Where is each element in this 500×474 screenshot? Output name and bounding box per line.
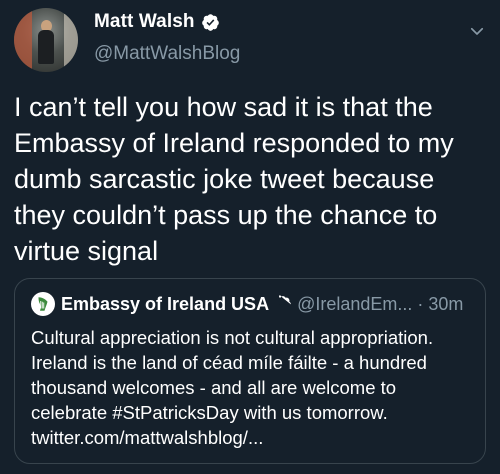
avatar[interactable] [14,8,78,72]
separator-dot: · [417,293,424,314]
quoted-tweet-text: Cultural appreciation is not cultural ap… [31,327,434,448]
tweet-card: Matt Walsh @MattWalshBlog I can’t tell y… [0,0,500,474]
chevron-down-icon[interactable] [468,22,486,40]
harp-crest-icon [38,297,48,311]
quoted-tweet-header: Embassy of Ireland USA @IrelandEm... · 3… [31,291,471,317]
author-display-name[interactable]: Matt Walsh [94,11,195,33]
tweet-text: I can’t tell you how sad it is that the … [14,92,454,266]
verified-badge-icon [201,13,219,31]
avatar-background-left [14,8,32,72]
author-name-row[interactable]: Matt Walsh [94,11,220,33]
quoted-author-display-name[interactable]: Embassy of Ireland USA [61,294,269,315]
quoted-author-avatar[interactable] [31,292,55,316]
avatar-background-right [64,14,78,72]
quoted-tweet-timestamp[interactable]: 30m [428,294,463,315]
author-handle[interactable]: @MattWalshBlog [94,43,240,65]
avatar-figure-body [38,30,54,64]
verified-badge-icon [279,295,291,308]
quoted-author-handle[interactable]: @IrelandEm... [297,294,412,315]
quoted-tweet[interactable]: Embassy of Ireland USA @IrelandEm... · 3… [14,278,486,464]
